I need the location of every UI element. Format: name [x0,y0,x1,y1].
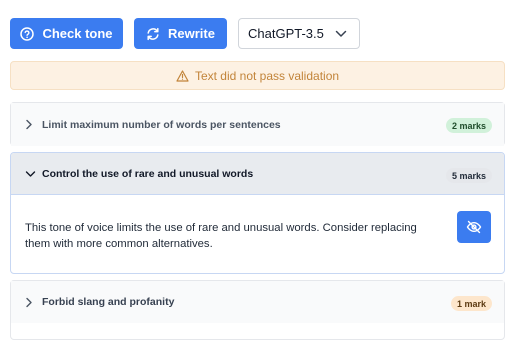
check-tone-label: Check tone [42,26,113,41]
validation-alert: Text did not pass validation [10,61,505,90]
rewrite-button[interactable]: Rewrite [134,18,227,49]
hide-rule-button[interactable] [457,211,491,243]
refresh-icon [146,27,160,41]
chevron-down-icon [335,29,347,38]
chevron-down-icon [25,170,37,178]
warning-icon [176,69,189,82]
check-tone-button[interactable]: Check tone [10,18,123,49]
help-circle-icon [20,26,35,41]
model-select-value: ChatGPT-3.5 [248,26,324,41]
rule-accordion-rare-words: Control the use of rare and unusual word… [10,152,505,274]
eye-off-icon [466,220,482,234]
rule-header[interactable]: Control the use of rare and unusual word… [11,153,504,195]
rule-header[interactable]: Limit maximum number of words per senten… [11,103,504,146]
marks-badge: 2 marks [445,118,492,133]
rule-header[interactable]: Forbid slang and profanity 1 mark [11,281,504,323]
rewrite-label: Rewrite [168,26,215,41]
chevron-right-icon [25,119,37,130]
rule-accordion-slang: Forbid slang and profanity 1 mark [10,280,505,340]
rule-title: Forbid slang and profanity [42,296,175,308]
rule-title: Limit maximum number of words per senten… [42,118,281,131]
alert-message: Text did not pass validation [194,68,340,83]
model-select[interactable]: ChatGPT-3.5 [238,18,360,49]
marks-badge: 1 mark [450,296,492,311]
rule-accordion-sentence-length: Limit maximum number of words per senten… [10,102,505,146]
chevron-right-icon [25,297,37,308]
marks-badge: 5 marks [445,168,492,183]
rule-description: This tone of voice limits the use of rar… [25,222,417,250]
rule-title: Control the use of rare and unusual word… [42,167,254,180]
